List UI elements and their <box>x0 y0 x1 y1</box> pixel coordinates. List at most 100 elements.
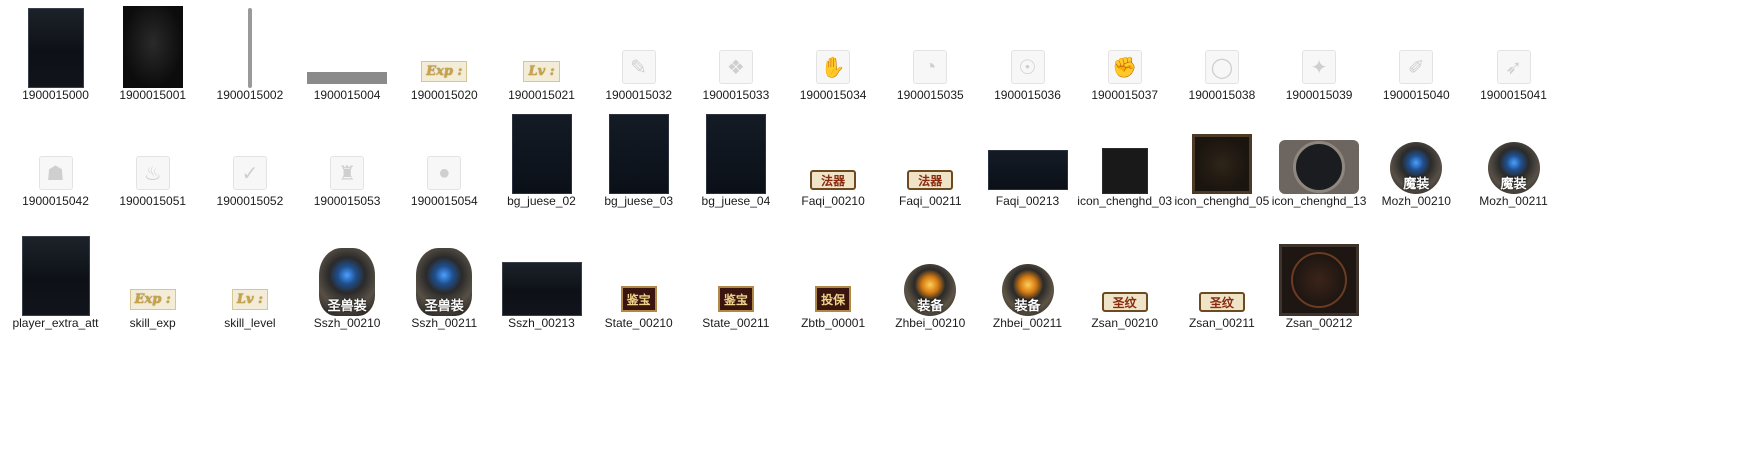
file-name: player_extra_att <box>12 316 99 330</box>
file-thumbnail: 装备 <box>979 228 1076 316</box>
file-name: Zhbei_00210 <box>895 316 966 330</box>
ring-frame-icon <box>1279 140 1360 194</box>
file-thumbnail: ✦ <box>1271 0 1368 88</box>
file-thumbnail: Exp : <box>104 228 201 316</box>
file-thumbnail <box>493 106 590 194</box>
file-thumbnail: Exp : <box>396 0 493 88</box>
file-name: bg_juese_02 <box>507 194 576 208</box>
horizontal-bar-icon <box>307 72 388 84</box>
file-name: State_00211 <box>702 316 770 330</box>
emblem-icon: 魔装 <box>1390 142 1443 194</box>
file-thumbnail: ✎ <box>590 0 687 88</box>
slot-square-icon <box>1101 148 1148 194</box>
ghost-equip-icon: ☗ <box>38 156 73 190</box>
ghost-equip-icon: ✓ <box>232 156 267 190</box>
file-grid: 1900015000 1900015001 1900015002 1900015004… <box>0 0 1756 458</box>
file-name: 1900015039 <box>1285 88 1353 102</box>
pentagram-panel-icon <box>1279 244 1360 316</box>
text-badge-icon: 圣纹 <box>1198 292 1245 312</box>
file-thumbnail <box>1271 228 1368 316</box>
file-thumbnail: ☉ <box>979 0 1076 88</box>
file-thumbnail <box>1173 106 1270 194</box>
file-thumbnail <box>104 0 201 88</box>
file-thumbnail: ☗ <box>7 106 104 194</box>
file-name: skill_exp <box>129 316 176 330</box>
file-thumbnail: Lv : <box>201 228 298 316</box>
exp-label-icon: Exp : <box>421 61 468 82</box>
file-thumbnail <box>299 0 396 88</box>
file-thumbnail <box>979 106 1076 194</box>
file-thumbnail: 鉴宝 <box>687 228 784 316</box>
file-thumbnail: 法器 <box>785 106 882 194</box>
file-thumbnail: ♜ <box>299 106 396 194</box>
ghost-equip-icon: ➶ <box>1496 50 1531 84</box>
file-thumbnail <box>687 106 784 194</box>
lv-label-icon: Lv : <box>523 61 560 82</box>
panel-frame-wide-icon <box>501 262 582 316</box>
file-thumbnail <box>7 0 104 88</box>
file-thumbnail: ◯ <box>1173 0 1270 88</box>
status-badge-icon: 投保 <box>815 286 852 312</box>
file-thumbnail: Lv : <box>493 0 590 88</box>
file-name: Zhbei_00211 <box>992 316 1063 330</box>
ghost-equip-icon: ● <box>427 156 462 190</box>
emblem-icon: 圣兽装 <box>319 248 376 316</box>
emblem-icon: 装备 <box>904 264 957 316</box>
file-name: 1900015034 <box>799 88 867 102</box>
file-name: bg_juese_03 <box>604 194 674 208</box>
file-name: Mozh_00210 <box>1381 194 1451 208</box>
file-thumbnail: 鉴宝 <box>590 228 687 316</box>
ghost-equip-icon: ◯ <box>1204 50 1239 84</box>
brown-frame-icon <box>1191 134 1252 194</box>
ghost-equip-icon: ✦ <box>1302 50 1337 84</box>
file-thumbnail: ✊ <box>1076 0 1173 88</box>
file-name: Faqi_00213 <box>995 194 1060 208</box>
file-thumbnail: ✓ <box>201 106 298 194</box>
ghost-equip-icon: ✊ <box>1107 50 1142 84</box>
emblem-icon: 魔装 <box>1487 142 1540 194</box>
text-badge-icon: 圣纹 <box>1101 292 1148 312</box>
text-badge-icon: 法器 <box>810 170 857 190</box>
lv-label-icon: Lv : <box>231 289 268 310</box>
file-thumbnail: ♨ <box>104 106 201 194</box>
ghost-equip-icon: ✐ <box>1399 50 1434 84</box>
file-name: 1900015053 <box>313 194 381 208</box>
file-name: 1900015021 <box>508 88 575 102</box>
file-name: icon_chenghd_13 <box>1271 194 1367 208</box>
file-thumbnail <box>1271 106 1368 194</box>
character-bg-icon <box>511 114 572 194</box>
file-name: icon_chenghd_05 <box>1174 194 1270 208</box>
emblem-icon: 圣兽装 <box>416 248 473 316</box>
file-thumbnail: ◔ <box>882 0 979 88</box>
character-bg-slots-icon <box>705 114 766 194</box>
file-name: Sszh_00213 <box>508 316 575 330</box>
status-badge-icon: 鉴宝 <box>620 286 657 312</box>
file-thumbnail: ✐ <box>1368 0 1465 88</box>
file-name: 1900015002 <box>216 88 284 102</box>
panel-bg-icon <box>21 236 90 316</box>
ghost-equip-icon: ♜ <box>330 156 365 190</box>
file-name: Zsan_00210 <box>1091 316 1159 330</box>
file-name: 1900015054 <box>410 194 478 208</box>
file-thumbnail <box>493 228 590 316</box>
file-thumbnail: 圣纹 <box>1173 228 1270 316</box>
ghost-equip-icon: ❖ <box>718 50 753 84</box>
file-thumbnail <box>7 228 104 316</box>
file-name: bg_juese_04 <box>701 194 771 208</box>
file-thumbnail <box>1076 106 1173 194</box>
file-name: icon_chenghd_03 <box>1077 194 1173 208</box>
file-name: Faqi_00211 <box>899 194 962 208</box>
file-name: 1900015035 <box>896 88 964 102</box>
file-thumbnail: 圣纹 <box>1076 228 1173 316</box>
emblem-icon: 装备 <box>1001 264 1054 316</box>
file-name: 1900015036 <box>994 88 1061 102</box>
file-thumbnail: ❖ <box>687 0 784 88</box>
text-badge-icon: 法器 <box>907 170 954 190</box>
file-thumbnail: ✋ <box>785 0 882 88</box>
file-name: State_00210 <box>604 316 673 330</box>
file-name: Zsan_00212 <box>1285 316 1353 330</box>
file-thumbnail: 圣兽装 <box>396 228 493 316</box>
file-thumbnail: ➶ <box>1465 0 1562 88</box>
file-name: Sszh_00210 <box>313 316 381 330</box>
file-name: 1900015037 <box>1091 88 1159 102</box>
